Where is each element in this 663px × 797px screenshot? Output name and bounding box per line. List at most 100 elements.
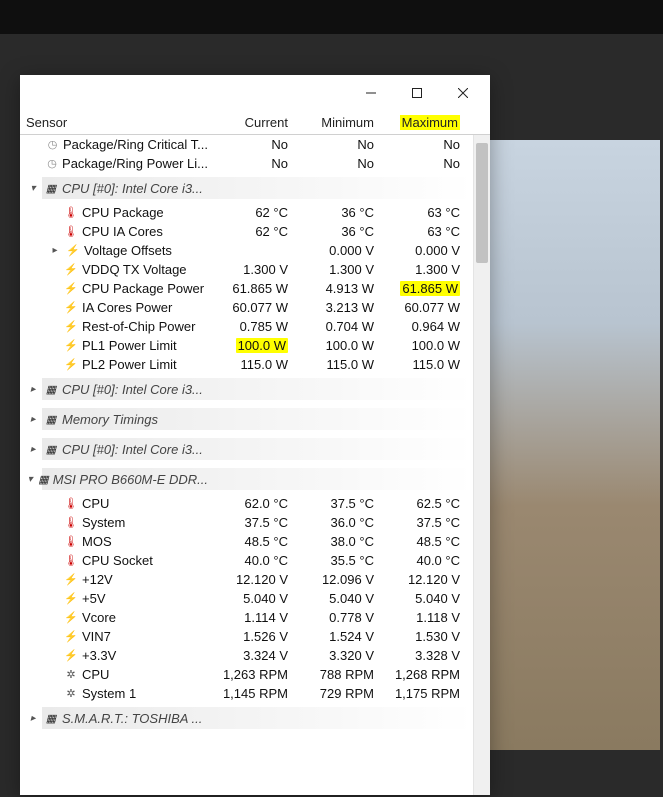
group-label: CPU [#0]: Intel Core i3...: [62, 181, 203, 196]
sensor-row[interactable]: System 11,145 RPM729 RPM1,175 RPM: [20, 684, 473, 703]
chevron-right-icon[interactable]: ▸: [26, 414, 40, 425]
sensor-cell: CPU Socket: [20, 553, 208, 568]
sensor-cell: ▸Voltage Offsets: [20, 243, 208, 258]
col-header-sensor[interactable]: Sensor: [20, 115, 208, 130]
scrollbar[interactable]: [473, 135, 490, 795]
sensor-row[interactable]: +5V5.040 V5.040 V5.040 V: [20, 589, 473, 608]
col-header-minimum[interactable]: Minimum: [294, 115, 380, 130]
value-min: 36 °C: [294, 205, 380, 220]
group-label: S.M.A.R.T.: TOSHIBA ...: [62, 711, 202, 726]
chevron-right-icon[interactable]: ▸: [26, 384, 40, 395]
sensor-row[interactable]: CPU1,263 RPM788 RPM1,268 RPM: [20, 665, 473, 684]
group-cell: ▸CPU [#0]: Intel Core i3...: [20, 442, 208, 457]
sensor-row[interactable]: Vcore1.114 V0.778 V1.118 V: [20, 608, 473, 627]
sensor-row[interactable]: CPU62.0 °C37.5 °C62.5 °C: [20, 494, 473, 513]
sensor-label: Rest-of-Chip Power: [82, 319, 195, 334]
sensor-label: CPU: [82, 667, 109, 682]
value-max: 61.865 W: [380, 281, 466, 296]
desktop-topbar: [0, 0, 663, 34]
value-min: No: [294, 137, 380, 152]
chevron-right-icon[interactable]: ▸: [48, 245, 62, 256]
clock-icon: [46, 157, 58, 171]
value-min: 37.5 °C: [294, 496, 380, 511]
sensor-row[interactable]: System37.5 °C36.0 °C37.5 °C: [20, 513, 473, 532]
close-button[interactable]: [440, 78, 486, 108]
sensor-cell: System: [20, 515, 208, 530]
sensor-label: +12V: [82, 572, 113, 587]
sensor-cell: Vcore: [20, 610, 208, 625]
thermo-icon: [64, 225, 78, 239]
minimize-button[interactable]: [348, 78, 394, 108]
col-header-current[interactable]: Current: [208, 115, 294, 130]
sensor-cell: VIN7: [20, 629, 208, 644]
value-max: 1,268 RPM: [380, 667, 466, 682]
scrollbar-thumb[interactable]: [476, 143, 488, 263]
sensor-label: +5V: [82, 591, 106, 606]
value-cur: 48.5 °C: [208, 534, 294, 549]
group-cell: ▾ CPU [#0]: Intel Core i3...: [20, 181, 208, 196]
sensor-group[interactable]: ▸CPU [#0]: Intel Core i3...: [20, 434, 473, 464]
chevron-down-icon[interactable]: ▾: [26, 474, 34, 485]
value-cur: 5.040 V: [208, 591, 294, 606]
group-cell: ▾MSI PRO B660M-E DDR...: [20, 472, 208, 487]
group-cell: ▸ S.M.A.R.T.: TOSHIBA ...: [20, 711, 208, 726]
value-max: 37.5 °C: [380, 515, 466, 530]
sensor-row[interactable]: Package/Ring Power Li...NoNoNo: [20, 154, 473, 173]
thermo-icon: [64, 516, 78, 530]
sensor-row[interactable]: Package/Ring Critical T...NoNoNo: [20, 135, 473, 154]
bolt-icon: [64, 611, 78, 625]
chevron-down-icon[interactable]: ▾: [26, 183, 40, 194]
value-max: 1.300 V: [380, 262, 466, 277]
sensor-row[interactable]: CPU Socket40.0 °C35.5 °C40.0 °C: [20, 551, 473, 570]
sensor-cell: CPU: [20, 496, 208, 511]
sensor-group[interactable]: ▾MSI PRO B660M-E DDR...: [20, 464, 473, 494]
value-max: 1,175 RPM: [380, 686, 466, 701]
sensor-row[interactable]: PL1 Power Limit100.0 W100.0 W100.0 W: [20, 336, 473, 355]
sensor-row[interactable]: VIN71.526 V1.524 V1.530 V: [20, 627, 473, 646]
value-max: 0.000 V: [380, 243, 466, 258]
sensor-group[interactable]: ▸ S.M.A.R.T.: TOSHIBA ...: [20, 703, 473, 733]
value-cur: 115.0 W: [208, 357, 294, 372]
value-cur: 1,263 RPM: [208, 667, 294, 682]
sensor-cell: +12V: [20, 572, 208, 587]
value-min: 4.913 W: [294, 281, 380, 296]
sensor-row[interactable]: VDDQ TX Voltage1.300 V1.300 V1.300 V: [20, 260, 473, 279]
sensor-row[interactable]: MOS48.5 °C38.0 °C48.5 °C: [20, 532, 473, 551]
sensor-group[interactable]: ▸CPU [#0]: Intel Core i3...: [20, 374, 473, 404]
value-cur: 3.324 V: [208, 648, 294, 663]
sensor-label: CPU Package Power: [82, 281, 204, 296]
titlebar: [20, 75, 490, 111]
sensor-row[interactable]: +12V12.120 V12.096 V12.120 V: [20, 570, 473, 589]
sensor-row[interactable]: CPU IA Cores62 °C36 °C63 °C: [20, 222, 473, 241]
value-cur: 1.526 V: [208, 629, 294, 644]
sensor-row[interactable]: Rest-of-Chip Power0.785 W0.704 W0.964 W: [20, 317, 473, 336]
thermo-icon: [64, 535, 78, 549]
sensor-group[interactable]: ▸Memory Timings: [20, 404, 473, 434]
sensor-row[interactable]: IA Cores Power60.077 W3.213 W60.077 W: [20, 298, 473, 317]
chip-icon: [38, 472, 48, 486]
sensor-label: VDDQ TX Voltage: [82, 262, 187, 277]
value-max: 5.040 V: [380, 591, 466, 606]
chevron-right-icon[interactable]: ▸: [26, 713, 40, 724]
sensor-row[interactable]: ▸Voltage Offsets0.000 V0.000 V: [20, 241, 473, 260]
sensor-cell: Rest-of-Chip Power: [20, 319, 208, 334]
value-cur: 1.114 V: [208, 610, 294, 625]
maximize-button[interactable]: [394, 78, 440, 108]
chip-icon: [44, 711, 58, 725]
bolt-icon: [64, 320, 78, 334]
value-cur: 62 °C: [208, 224, 294, 239]
sensor-row[interactable]: CPU Package Power61.865 W4.913 W61.865 W: [20, 279, 473, 298]
value-min: 1.524 V: [294, 629, 380, 644]
chevron-right-icon[interactable]: ▸: [26, 444, 40, 455]
sensor-row[interactable]: CPU Package62 °C36 °C63 °C: [20, 203, 473, 222]
sensor-label: IA Cores Power: [82, 300, 172, 315]
sensor-row[interactable]: PL2 Power Limit115.0 W115.0 W115.0 W: [20, 355, 473, 374]
fan-icon: [64, 668, 78, 682]
value-min: 36.0 °C: [294, 515, 380, 530]
value-max: No: [380, 137, 466, 152]
value-cur: 60.077 W: [208, 300, 294, 315]
sensor-group[interactable]: ▾ CPU [#0]: Intel Core i3...: [20, 173, 473, 203]
col-header-maximum[interactable]: Maximum: [380, 115, 466, 130]
value-max: 40.0 °C: [380, 553, 466, 568]
sensor-row[interactable]: +3.3V3.324 V3.320 V3.328 V: [20, 646, 473, 665]
